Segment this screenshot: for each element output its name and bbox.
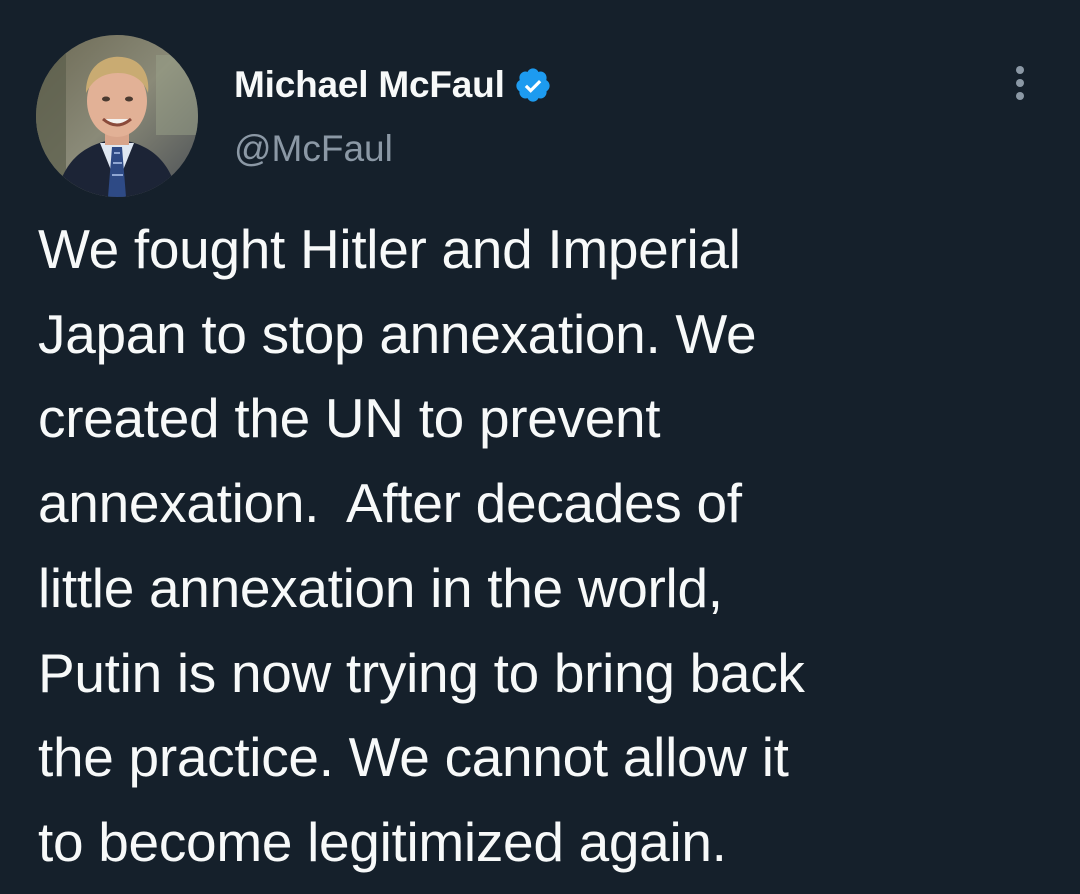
author-name-row: Michael McFaul	[234, 62, 552, 108]
avatar-photo	[36, 35, 198, 197]
more-options-icon-dot	[1016, 92, 1024, 100]
tweet-card: Michael McFaul @McFaul We fought Hitler …	[0, 0, 1080, 894]
author-handle[interactable]: @McFaul	[234, 128, 393, 170]
more-options-icon	[1016, 66, 1024, 74]
verified-badge-icon	[514, 66, 552, 104]
author-display-name[interactable]: Michael McFaul	[234, 64, 505, 106]
more-options-button[interactable]	[1000, 58, 1040, 108]
tweet-text: We fought Hitler and Imperial Japan to s…	[38, 218, 805, 873]
avatar[interactable]	[36, 35, 198, 197]
more-options-icon-dot	[1016, 79, 1024, 87]
